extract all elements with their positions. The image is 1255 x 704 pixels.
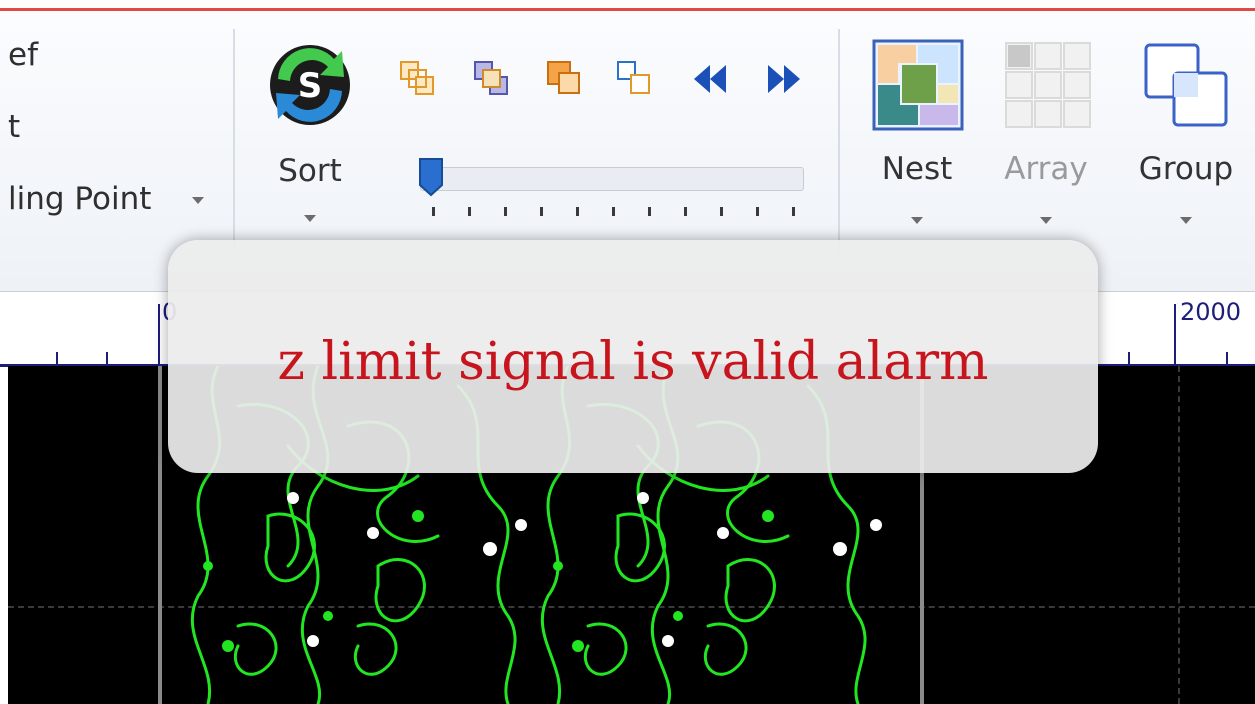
ruler-tick-major — [158, 304, 160, 364]
group-icon — [1144, 43, 1228, 127]
rewind-icon[interactable] — [690, 63, 730, 103]
slider-tick — [756, 207, 759, 216]
alarm-notification: z limit signal is valid alarm — [168, 240, 1098, 473]
array-icon — [1005, 42, 1091, 128]
slider-tick — [576, 207, 579, 216]
nest-label: Nest — [881, 151, 953, 187]
ribbon-separator — [838, 29, 840, 251]
order-icon-3[interactable] — [545, 59, 585, 99]
lead-in-point-item[interactable]: ling Point — [8, 181, 151, 217]
slider-tick — [540, 207, 543, 216]
ribbon-separator — [233, 29, 235, 251]
ruler-tick — [1226, 352, 1228, 364]
chevron-down-icon — [304, 215, 316, 222]
slider-tick — [468, 207, 471, 216]
ruler-label-2000: 2000 — [1180, 298, 1242, 326]
array-label: Array — [1004, 151, 1088, 187]
array-button[interactable]: Array — [990, 37, 1102, 237]
ribbon-item-partial-2[interactable]: t — [8, 109, 20, 145]
slider-tick — [432, 207, 435, 216]
slider-tick — [648, 207, 651, 216]
ribbon-item-partial-1[interactable]: ef — [8, 37, 38, 73]
nest-button[interactable]: Nest — [862, 37, 972, 237]
window-top-border — [0, 0, 1255, 11]
chevron-down-icon — [1180, 217, 1192, 224]
chevron-down-icon — [1040, 217, 1052, 224]
svg-text:S: S — [298, 66, 323, 106]
order-icon-1[interactable] — [398, 59, 438, 99]
sort-icon: S — [270, 45, 350, 125]
order-icon-4[interactable] — [615, 59, 655, 99]
slider-tick — [612, 207, 615, 216]
slider-tick — [504, 207, 507, 216]
ruler-tick — [1128, 352, 1130, 364]
slider-tick — [792, 207, 795, 216]
alarm-message: z limit signal is valid alarm — [277, 332, 989, 392]
group-label: Group — [1138, 151, 1234, 187]
chevron-down-icon — [911, 217, 923, 224]
slider-ticks — [420, 207, 802, 221]
slider-tick — [720, 207, 723, 216]
sort-slider-thumb[interactable] — [418, 157, 444, 197]
grid-line — [1178, 366, 1180, 704]
fast-forward-icon[interactable] — [764, 63, 804, 103]
ruler-tick — [56, 352, 58, 364]
nest-icon — [872, 39, 964, 131]
chevron-down-icon[interactable] — [192, 197, 204, 204]
sort-label: Sort — [278, 153, 342, 189]
sort-button[interactable]: S Sort — [258, 35, 362, 235]
order-icon-2[interactable] — [472, 59, 512, 99]
ruler-tick — [106, 352, 108, 364]
sheet-boundary-left — [158, 366, 162, 704]
slider-tick — [684, 207, 687, 216]
ruler-tick-major — [1174, 304, 1176, 364]
group-button[interactable]: Group — [1128, 37, 1244, 237]
sort-slider-track[interactable] — [420, 167, 804, 191]
